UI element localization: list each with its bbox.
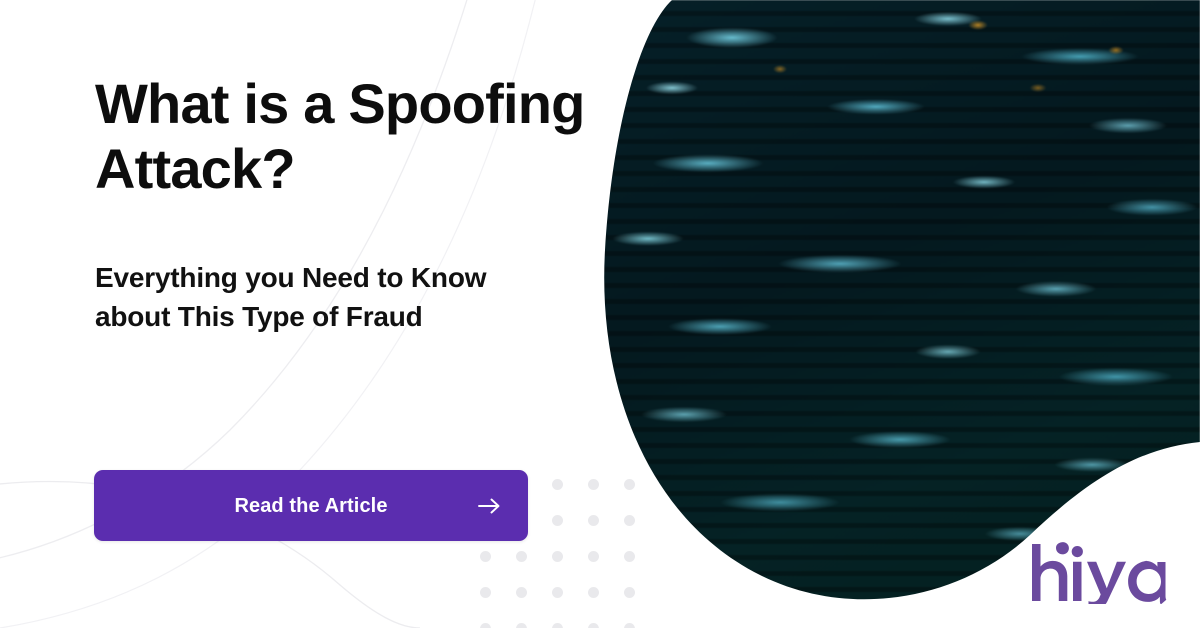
- read-the-article-label: Read the Article: [234, 494, 388, 517]
- read-the-article-button[interactable]: Read the Article: [94, 470, 528, 541]
- code-wall-background: [604, 0, 1200, 600]
- hiya-logo: hiya: [1032, 542, 1167, 604]
- arrow-right-icon: [478, 498, 500, 513]
- page-title: What is a Spoofing Attack?: [95, 72, 585, 200]
- code-wall-accent-specks: [604, 0, 1200, 600]
- promo-card: What is a Spoofing Attack? Everything yo…: [0, 0, 1200, 628]
- page-subtitle: Everything you Need to Know about This T…: [95, 262, 487, 333]
